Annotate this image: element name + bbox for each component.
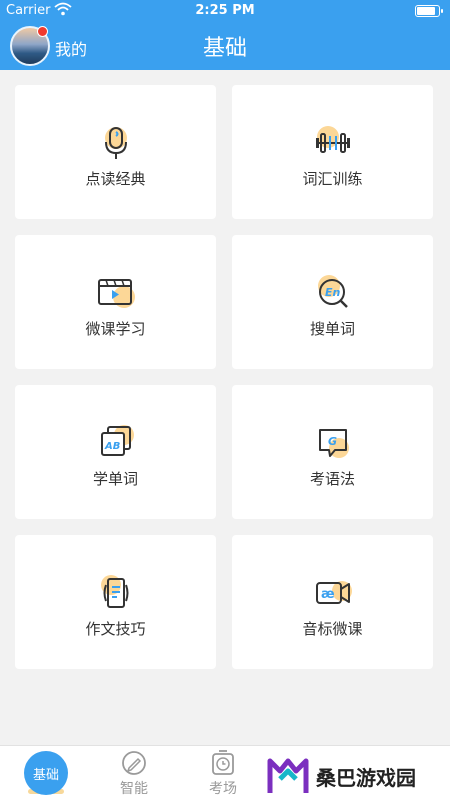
card-weike-xuexi[interactable]: 微课学习 — [15, 235, 216, 369]
card-label: 考语法 — [309, 470, 355, 488]
pencil-icon — [122, 751, 146, 775]
phone-document-icon — [100, 575, 128, 608]
page-title: 基础 — [202, 36, 247, 61]
tab-label: 基础 — [32, 767, 59, 783]
svg-text:æ: æ — [321, 587, 335, 602]
status-time: 2:25 PM — [195, 3, 255, 18]
card-sou-danci[interactable]: En 搜单词 — [232, 235, 433, 369]
card-yinbiao-weike[interactable]: æ 音标微课 — [232, 535, 433, 669]
battery-fill — [417, 7, 435, 15]
card-label: 学单词 — [92, 470, 138, 488]
card-cihui-xunlian[interactable]: 词汇训练 — [232, 85, 433, 219]
card-kao-yufa[interactable]: G 考语法 — [232, 385, 433, 519]
header-bar: Carrier 2:25 PM 我的 基础 — [0, 0, 450, 70]
search-en-icon: En — [317, 275, 348, 308]
clock-icon — [212, 750, 234, 775]
card-label: 搜单词 — [309, 320, 355, 338]
battery-icon — [415, 5, 443, 17]
card-zuowen-jiqiao[interactable]: 作文技巧 — [15, 535, 216, 669]
tab-zhineng[interactable]: 智能 — [109, 750, 159, 798]
microphone-icon — [104, 127, 127, 159]
dumbbell-icon — [315, 126, 350, 153]
watermark: 桑巴游戏园 — [252, 752, 450, 800]
video-player-icon — [97, 279, 135, 308]
tab-jichu[interactable]: 基础 — [24, 751, 68, 795]
card-label: 点读经典 — [85, 170, 146, 188]
card-label: 词汇训练 — [302, 170, 363, 188]
card-label: 微课学习 — [85, 320, 146, 338]
grammar-chat-icon: G — [318, 429, 349, 458]
status-bar: Carrier 2:25 PM — [0, 0, 450, 22]
watermark-logo-icon — [267, 758, 309, 793]
tab-label: 智能 — [120, 781, 148, 797]
watermark-text: 桑巴游戏园 — [316, 765, 416, 790]
card-diandu-jingdian[interactable]: 点读经典 — [15, 85, 216, 219]
phonetic-camera-icon: æ — [315, 581, 352, 604]
svg-text:En: En — [325, 286, 341, 299]
ab-cards-icon: AB — [100, 425, 134, 456]
svg-text:AB: AB — [104, 441, 120, 452]
svg-text:G: G — [328, 435, 337, 448]
card-label: 音标微课 — [302, 620, 363, 638]
card-xue-danci[interactable]: AB 学单词 — [15, 385, 216, 519]
tab-kaochang[interactable]: 考场 — [198, 750, 248, 798]
card-label: 作文技巧 — [85, 620, 146, 638]
tab-label: 考场 — [209, 781, 237, 797]
